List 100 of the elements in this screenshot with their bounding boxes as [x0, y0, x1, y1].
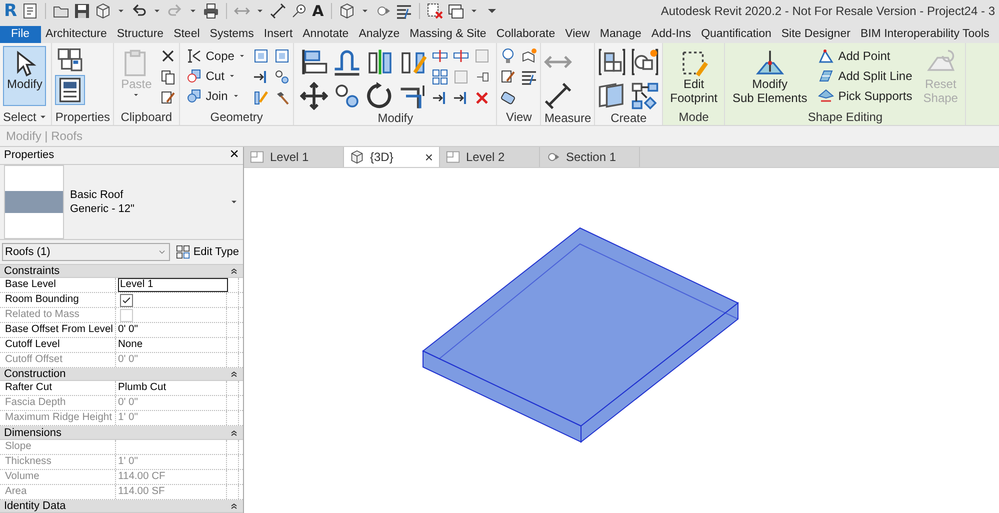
ribbon-tab[interactable]: Systems [204, 26, 259, 43]
collapse-icon[interactable] [229, 266, 239, 276]
close-button[interactable]: × [424, 149, 433, 165]
ribbon-button[interactable]: Modify [3, 46, 46, 106]
printer-icon[interactable] [203, 3, 220, 19]
bulb-icon[interactable] [500, 48, 516, 64]
ribbon-button[interactable]: Cope [182, 46, 250, 66]
property-value: 0' 0" [118, 354, 138, 366]
ribbon-tab[interactable]: Steel [168, 26, 205, 43]
align-icon[interactable] [300, 48, 328, 76]
ribbon-tab[interactable]: Quantification [696, 26, 776, 43]
ribbon-tab[interactable]: Site Designer [776, 26, 856, 43]
text-tool[interactable]: A [312, 2, 324, 20]
cube-icon[interactable] [95, 3, 112, 19]
pencil-icon[interactable] [253, 90, 270, 106]
overlapping-squares-icon [186, 88, 202, 104]
instance-dropdown[interactable]: Roofs (1) [2, 242, 170, 261]
panel-title: Geometry [210, 110, 263, 124]
panel-title: View [506, 110, 532, 124]
ribbon-tab[interactable]: Annotate [298, 26, 354, 43]
delete-icon[interactable] [474, 90, 490, 106]
stacked-panels-icon[interactable] [598, 82, 626, 110]
edit-type-button[interactable]: Edit Type [174, 244, 241, 259]
panel-title: Properties [55, 110, 110, 124]
ribbon-tab[interactable]: Architecture [40, 26, 112, 43]
section-marker-icon [546, 150, 560, 164]
cross-icon[interactable] [160, 48, 176, 64]
window-delete-icon[interactable] [426, 3, 443, 19]
grid-icon[interactable] [432, 69, 448, 85]
floor-plan-icon [250, 150, 264, 164]
ribbon-tab[interactable]: Collaborate [491, 26, 560, 43]
property-label: Volume [0, 470, 116, 484]
copy-icon[interactable] [160, 69, 176, 85]
brush-icon[interactable] [500, 69, 516, 85]
split-icon[interactable] [432, 48, 448, 64]
lines-icon[interactable] [521, 69, 538, 85]
window-stack-icon[interactable] [57, 46, 84, 72]
ribbon-button[interactable]: Cut [182, 66, 250, 86]
windows-icon[interactable] [448, 3, 464, 19]
ribbon-button[interactable]: Join [182, 86, 250, 106]
file-menu-button[interactable]: File [0, 26, 41, 43]
cube-icon[interactable] [338, 3, 355, 19]
checkbox[interactable] [120, 294, 133, 308]
property-label: Related to Mass [0, 308, 116, 322]
ribbon-tab[interactable]: Massing & Site [404, 26, 492, 43]
circles-icon[interactable] [274, 69, 290, 85]
lines-icon[interactable] [396, 3, 412, 19]
window-icon[interactable] [274, 48, 290, 64]
bracket-icon [186, 48, 202, 64]
document-icon[interactable] [22, 3, 38, 19]
property-value: 0' 0" [118, 397, 138, 408]
ribbon-button[interactable]: Modify Sub Elements [728, 46, 812, 108]
panel-title: Shape Editing [808, 110, 883, 124]
ribbon-tab[interactable]: Manage [594, 26, 646, 43]
property-label: Slope [0, 440, 116, 454]
panel-title: Create [610, 110, 647, 124]
circles-icon[interactable] [333, 82, 362, 110]
ribbon-button[interactable]: Edit Footprint [666, 46, 722, 108]
ribbon-button[interactable]: Add Point [815, 46, 916, 66]
ribbon-button[interactable]: Add Split Line [815, 66, 916, 86]
context-label: Modify | Roofs [6, 129, 82, 143]
property-value-field[interactable]: Level 1 [118, 278, 228, 292]
type-family-name: Basic Roof [70, 188, 124, 201]
ribbon-tab[interactable]: Structure [112, 26, 169, 43]
offset-shape-icon[interactable] [333, 48, 362, 76]
ribbon-tab[interactable]: View [560, 26, 595, 43]
property-value: 114.00 CF [118, 470, 166, 482]
bracketed-shape-star-icon[interactable] [631, 48, 660, 76]
edit-type-icon [176, 244, 190, 259]
ribbon-tab[interactable]: BIM Interoperability Tools [855, 26, 994, 43]
floor-plan-icon [446, 150, 460, 164]
group-header: Constraints [4, 264, 60, 277]
mirror-icon[interactable] [366, 48, 394, 76]
brush-icon[interactable] [160, 90, 176, 106]
document-tab[interactable]: {3D} × [344, 147, 440, 167]
property-value: None [118, 339, 143, 350]
collapse-icon[interactable] [229, 500, 239, 511]
property-label: Room Bounding [0, 293, 116, 308]
split-icon[interactable] [453, 48, 470, 64]
ribbon-tab[interactable]: Add-Ins [646, 26, 696, 43]
flow-diagram-icon[interactable] [631, 82, 660, 110]
tag-icon[interactable] [291, 3, 308, 19]
move-arrows-icon[interactable] [300, 82, 328, 110]
bracketed-cube-icon[interactable] [598, 48, 626, 76]
collapse-icon[interactable] [229, 428, 239, 438]
panel-title: Measure [544, 110, 592, 124]
diagonal-dimension-icon[interactable] [270, 3, 286, 19]
ribbon-button[interactable]: Pick Supports [815, 86, 916, 106]
collapse-icon[interactable] [229, 369, 239, 380]
type-name: Generic - 12" [70, 202, 136, 215]
window-icon[interactable] [253, 48, 270, 64]
ribbon-tab[interactable]: Analyze [354, 26, 405, 43]
panel-title: Mode [678, 110, 709, 124]
property-label: Base Offset From Level [0, 323, 116, 338]
properties-button[interactable] [55, 75, 86, 105]
ribbon-tab[interactable]: Insert [258, 26, 298, 43]
undo-arrow-icon[interactable] [131, 3, 148, 19]
diagonal-dimension-icon[interactable] [544, 82, 572, 110]
property-label: Maximum Ridge Height [0, 411, 116, 426]
close-button[interactable]: × [230, 148, 239, 162]
